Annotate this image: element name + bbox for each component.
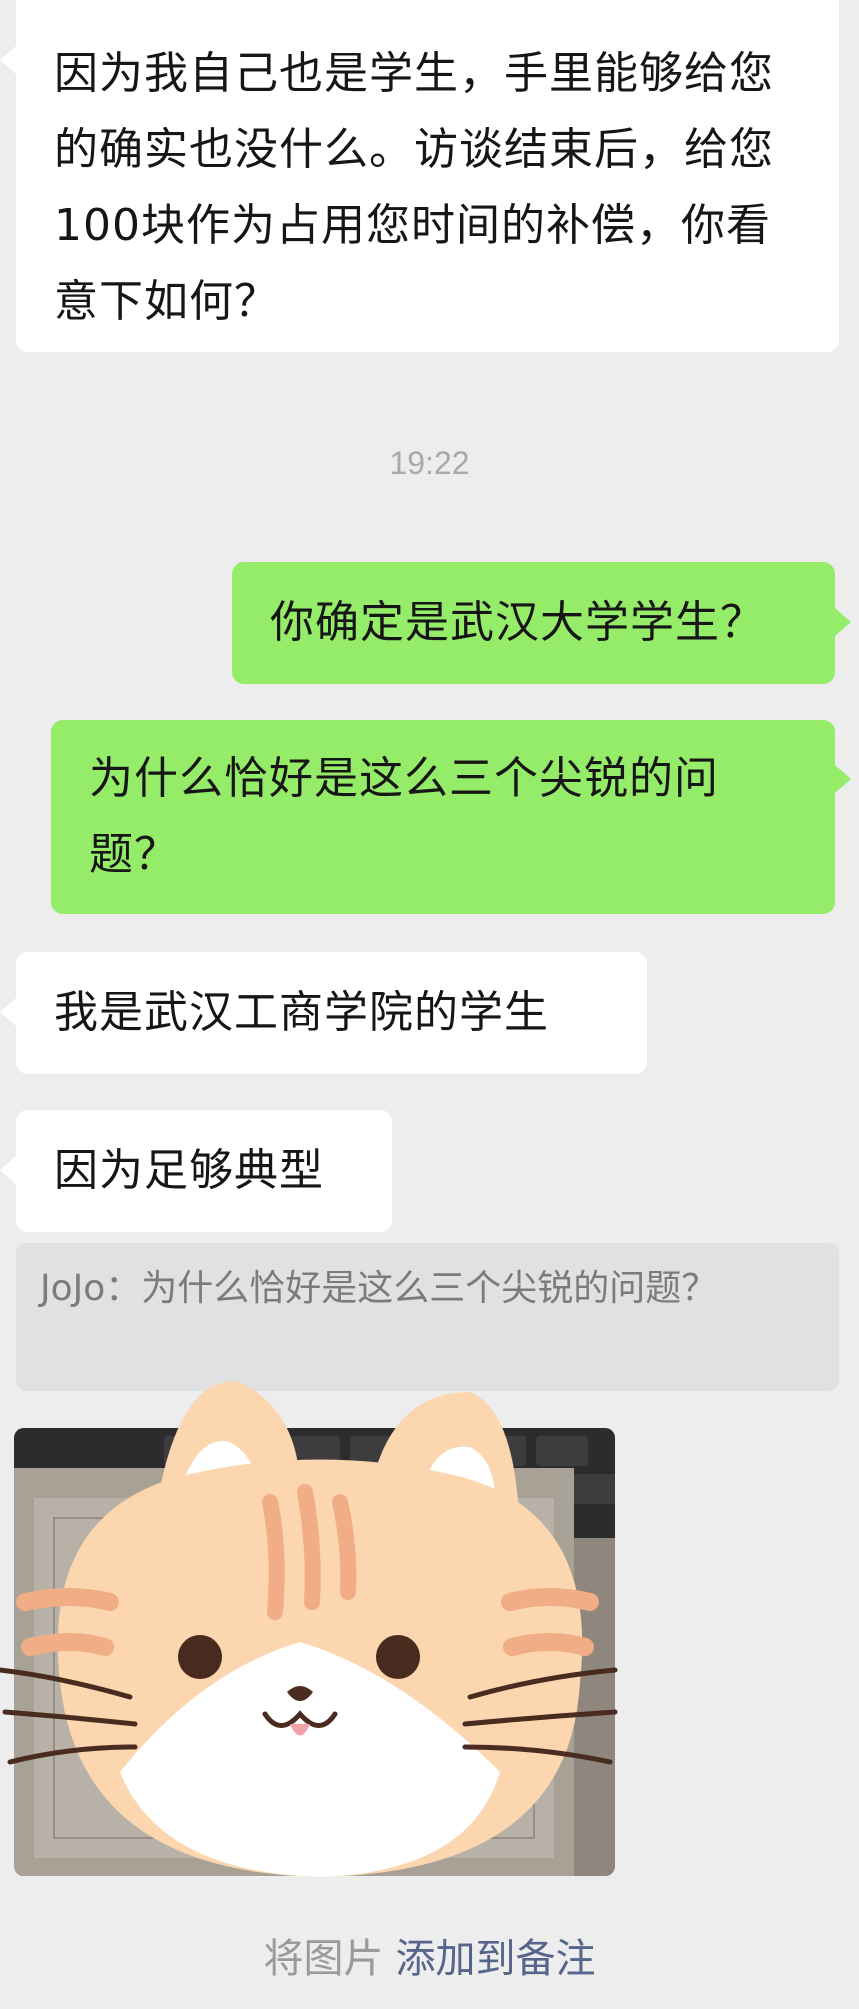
- message-text: 为什么恰好是这么三个尖锐的问题？: [89, 753, 719, 880]
- timestamp: 19:22: [389, 445, 470, 481]
- bubble-tail: [0, 1156, 16, 1184]
- footer-prefix: 将图片: [263, 1936, 384, 1982]
- message-text: 因为足够典型: [54, 1145, 324, 1196]
- message-bubble-outgoing[interactable]: 你确定是武汉大学学生？: [232, 562, 835, 684]
- message-text: 你确定是武汉大学学生？: [270, 597, 765, 648]
- message-text: 因为我自己也是学生，手里能够给您的确实也没什么。访谈结束后，给您100块作为占用…: [54, 48, 774, 327]
- add-to-note-bar: 将图片 添加到备注: [0, 1926, 859, 1984]
- message-bubble-incoming[interactable]: 我是武汉工商学院的学生: [16, 952, 647, 1074]
- bubble-tail: [835, 765, 851, 793]
- message-bubble-incoming[interactable]: 因为我自己也是学生，手里能够给您的确实也没什么。访谈结束后，给您100块作为占用…: [16, 0, 839, 352]
- bubble-tail: [835, 608, 851, 636]
- message-text: 我是武汉工商学院的学生: [54, 987, 549, 1038]
- bubble-tail: [0, 46, 16, 74]
- quoted-text: JoJo：为什么恰好是这么三个尖锐的问题？: [40, 1268, 718, 1309]
- add-to-note-link[interactable]: 添加到备注: [396, 1936, 596, 1982]
- bubble-tail: [0, 998, 16, 1026]
- message-bubble-incoming[interactable]: 因为足够典型: [16, 1110, 392, 1232]
- message-bubble-outgoing[interactable]: 为什么恰好是这么三个尖锐的问题？: [51, 720, 835, 914]
- cat-sticker-icon: [0, 1381, 618, 1877]
